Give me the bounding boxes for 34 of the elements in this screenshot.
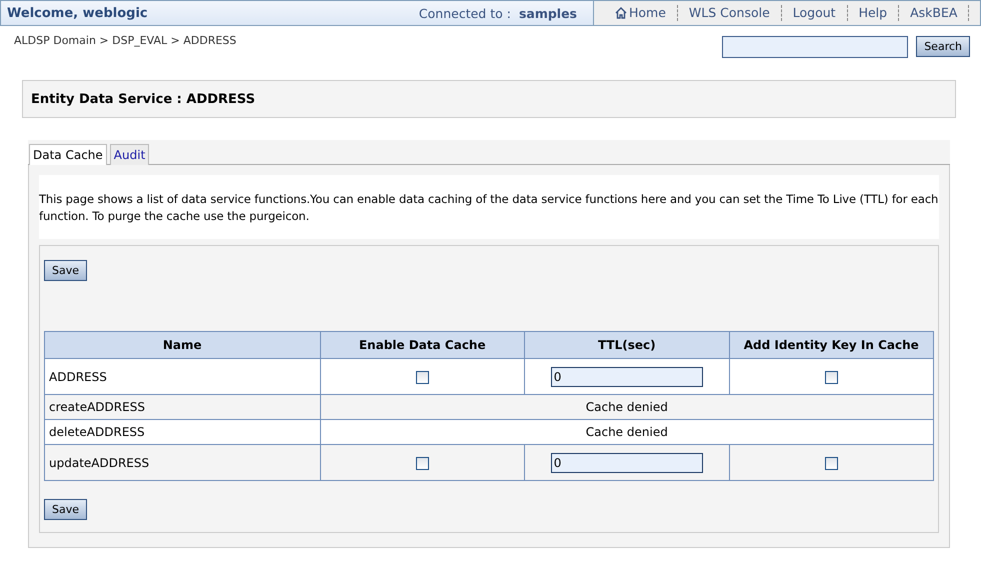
nav-link[interactable]: Logout [782,5,848,21]
nav-link[interactable]: WLS Console [678,5,782,21]
save-button[interactable]: Save [44,499,88,520]
table-cell: updateADDRESS [44,444,320,480]
table-cell: ADDRESS [44,358,320,394]
save-button[interactable]: Save [44,260,88,281]
page-title: Entity Data Service : ADDRESS [31,92,256,106]
table-cell: createADDRESS [44,394,320,420]
nav-link[interactable]: Home [604,5,678,21]
breadcrumb: ALDSP Domain > DSP_EVAL > ADDRESS [14,34,236,49]
nav-link[interactable]: Help [848,5,900,21]
connected-value: samples [518,6,577,20]
description-text: This page shows a list of data service functions.You can enable data caching of the data service functions here and you can set the Time To Live (TTL) for each function. To purge the cache use the purgeicon. [39,175,939,239]
table-cell: Cache denied [320,420,934,444]
table-cell: Cache denied [320,394,934,420]
column-header: Add Identity Key In Cache [729,332,934,358]
checkbox[interactable] [416,456,429,470]
column-header: TTL(sec) [524,332,730,358]
search-button[interactable]: Search [916,36,970,57]
nav-link[interactable]: AskBEA [899,5,970,21]
column-header: Name [44,332,320,358]
home-icon [615,7,627,19]
ttl-field[interactable]: 0 [550,366,703,386]
tab[interactable]: Data Cache [29,144,107,165]
checkbox[interactable] [824,370,838,384]
ttl-field[interactable]: 0 [550,452,703,472]
connected-label: Connected to : [418,6,511,20]
tab[interactable]: Audit [110,144,150,165]
checkbox[interactable] [416,370,429,384]
welcome-text: Welcome, weblogic [7,6,148,20]
column-header: Enable Data Cache [320,332,525,358]
checkbox[interactable] [824,456,838,470]
search-field[interactable] [722,36,908,58]
table-cell: deleteADDRESS [44,420,320,444]
